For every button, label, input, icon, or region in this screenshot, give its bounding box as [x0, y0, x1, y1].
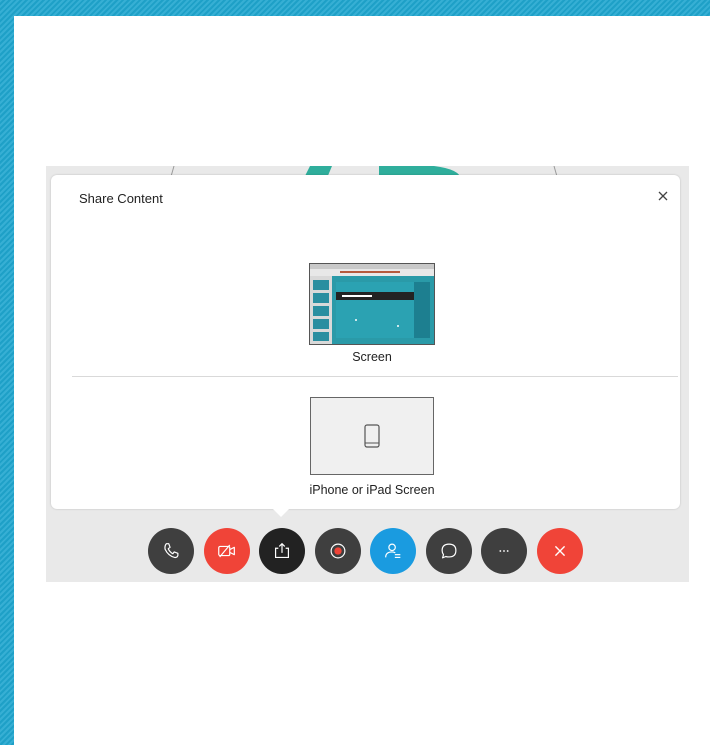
- iphone-ipad-label: iPhone or iPad Screen: [309, 483, 435, 497]
- dialog-title: Share Content: [79, 191, 163, 206]
- share-button[interactable]: [259, 528, 305, 574]
- share-iphone-ipad-option[interactable]: iPhone or iPad Screen: [281, 397, 463, 501]
- close-icon: [554, 545, 566, 557]
- share-screen-option[interactable]: Screen: [309, 263, 435, 375]
- phone-button[interactable]: [148, 528, 194, 574]
- close-icon[interactable]: [656, 189, 670, 203]
- phone-icon: [164, 543, 179, 559]
- dialog-pointer: [272, 508, 290, 517]
- chat-icon: [441, 543, 457, 559]
- screen-thumbnail: [309, 263, 435, 345]
- screen-label: Screen: [352, 350, 392, 364]
- participants-button[interactable]: [370, 528, 416, 574]
- share-content-dialog: Share Content Screen iPhone or iPad Scre…: [51, 175, 680, 509]
- divider: [72, 376, 678, 377]
- chat-button[interactable]: [426, 528, 472, 574]
- record-icon: [330, 543, 346, 559]
- meeting-window: Share Content Screen iPhone or iPad Scre…: [46, 166, 689, 582]
- record-button[interactable]: [315, 528, 361, 574]
- meeting-controls: [148, 528, 588, 574]
- iphone-ipad-tile: [310, 397, 434, 475]
- leave-meeting-button[interactable]: [537, 528, 583, 574]
- screen-preview-image: [310, 264, 434, 344]
- tablet-icon: [364, 424, 380, 448]
- video-off-icon: [218, 544, 235, 558]
- video-off-button[interactable]: [204, 528, 250, 574]
- more-button[interactable]: [481, 528, 527, 574]
- share-icon: [274, 542, 290, 559]
- more-icon: [499, 550, 509, 552]
- participants-icon: [385, 543, 401, 559]
